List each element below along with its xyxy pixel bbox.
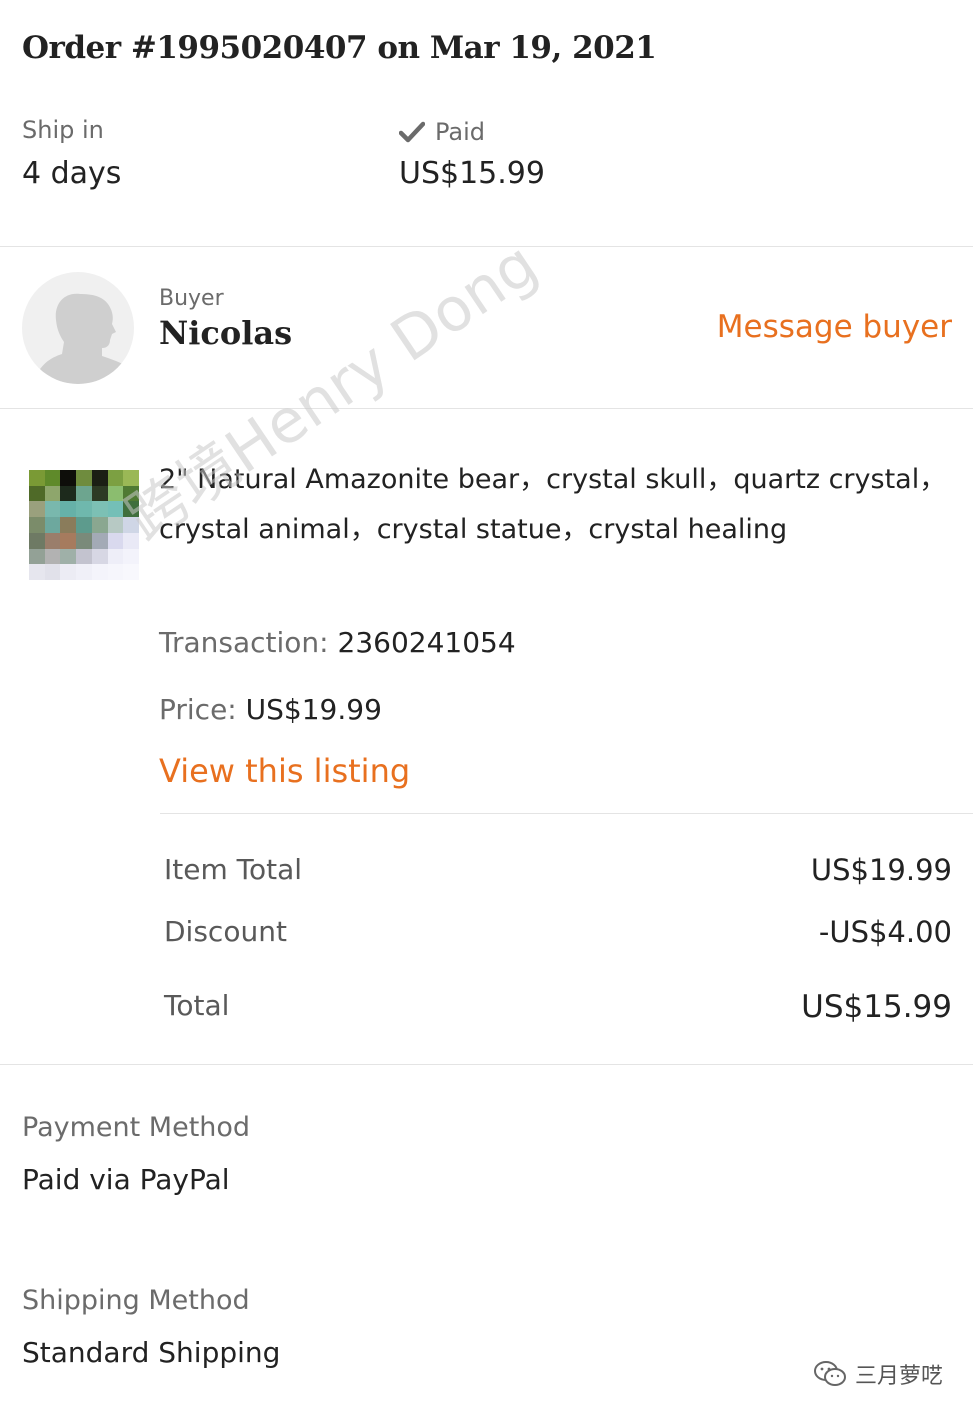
ship-in-label: Ship in — [22, 116, 104, 144]
transaction-label: Transaction: — [159, 626, 329, 659]
discount-label: Discount — [164, 915, 287, 948]
paid-amount: US$15.99 — [399, 156, 545, 191]
order-detail-page: Order #1995020407 on Mar 19, 2021 Ship i… — [0, 0, 973, 1416]
avatar[interactable] — [22, 272, 134, 384]
transaction-row: Transaction: 2360241054 — [159, 626, 516, 659]
divider — [0, 1064, 973, 1065]
wechat-icon — [813, 1361, 846, 1386]
check-icon — [399, 121, 425, 143]
message-buyer-link[interactable]: Message buyer — [717, 309, 952, 345]
discount-value: -US$4.00 — [818, 915, 952, 949]
divider — [0, 246, 973, 247]
ship-in-value: 4 days — [22, 156, 122, 191]
total-value: US$15.99 — [801, 989, 952, 1025]
wechat-account-badge: 三月萝呓 — [813, 1358, 943, 1390]
payment-method-value: Paid via PayPal — [22, 1163, 230, 1196]
divider — [0, 408, 973, 409]
buyer-label: Buyer — [159, 286, 224, 311]
paid-label: Paid — [435, 118, 486, 146]
shipping-method-label: Shipping Method — [22, 1285, 250, 1316]
price-row: Price: US$19.99 — [159, 693, 382, 726]
shipping-method-value: Standard Shipping — [22, 1336, 281, 1369]
item-total-value: US$19.99 — [810, 853, 952, 887]
transaction-id: 2360241054 — [337, 626, 516, 659]
listing-thumbnail[interactable] — [29, 470, 139, 580]
order-title: Order #1995020407 on Mar 19, 2021 — [22, 30, 657, 66]
buyer-name: Nicolas — [159, 314, 293, 352]
listing-title: 2" Natural Amazonite bear，crystal skull，… — [159, 464, 947, 545]
price-value: US$19.99 — [245, 693, 382, 726]
divider — [160, 813, 973, 814]
price-label: Price: — [159, 693, 237, 726]
paid-status: Paid — [399, 118, 485, 146]
view-listing-link[interactable]: View this listing — [159, 752, 410, 790]
wechat-account-name: 三月萝呓 — [854, 1364, 943, 1389]
item-total-label: Item Total — [164, 853, 303, 886]
payment-method-label: Payment Method — [22, 1112, 251, 1143]
person-silhouette-icon — [32, 293, 134, 384]
total-label: Total — [164, 989, 230, 1022]
